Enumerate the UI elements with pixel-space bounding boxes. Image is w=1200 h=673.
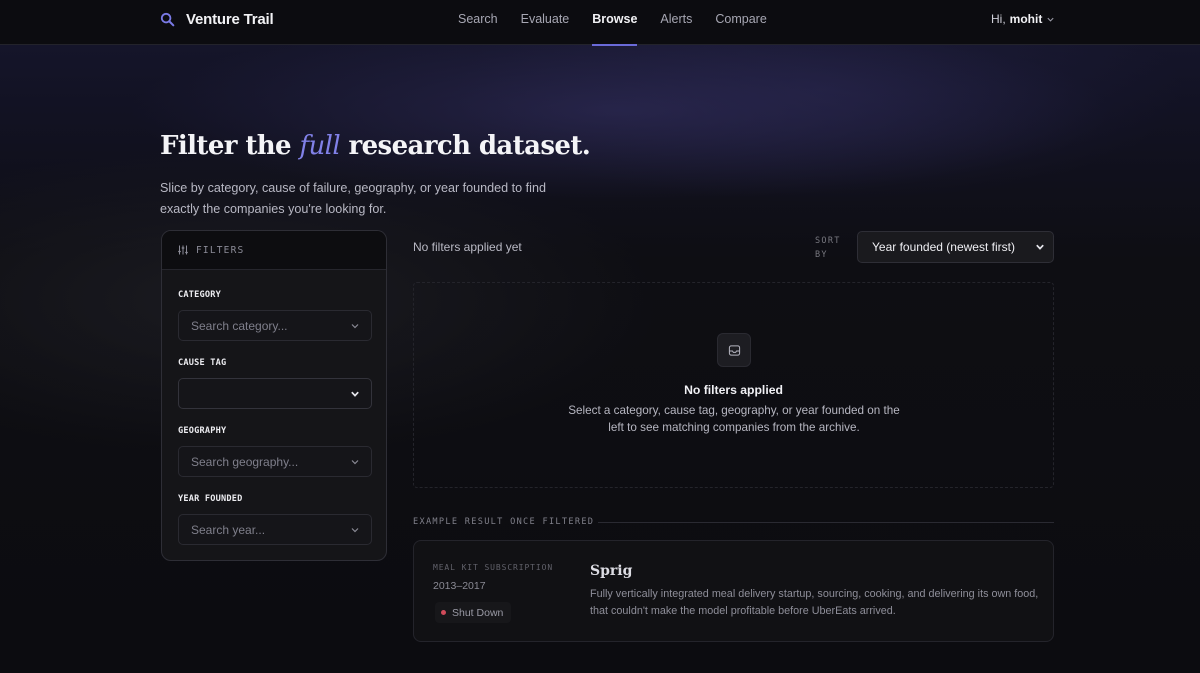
cause-tag-select[interactable] <box>178 378 372 409</box>
primary-nav: Search Evaluate Browse Alerts Compare <box>458 0 767 46</box>
nav-compare[interactable]: Compare <box>715 0 766 45</box>
nav-search[interactable]: Search <box>458 0 498 45</box>
year-founded-label: YEAR FOUNDED <box>178 494 243 504</box>
chevron-down-icon <box>1035 242 1045 252</box>
filters-panel: FILTERS CATEGORY Search category... CAUS… <box>161 230 387 561</box>
brand-logo-link[interactable]: Venture Trail <box>160 0 274 38</box>
nav-alerts[interactable]: Alerts <box>660 0 692 45</box>
chevron-down-icon <box>350 321 360 331</box>
chevron-down-icon <box>1046 15 1055 24</box>
chevron-down-icon <box>350 525 360 535</box>
status-dot-icon <box>441 610 446 615</box>
nav-browse[interactable]: Browse <box>592 0 638 46</box>
status-text: Shut Down <box>452 606 504 619</box>
page-title-end: research dataset. <box>348 131 591 161</box>
example-result-card[interactable]: MEAL KIT SUBSCRIPTION 2013–2017 Shut Dow… <box>413 540 1054 642</box>
user-name: mohit <box>1009 12 1043 26</box>
geography-select[interactable]: Search geography... <box>178 446 372 477</box>
company-years: 2013–2017 <box>433 580 486 592</box>
chevron-down-icon <box>350 457 360 467</box>
example-section-label: EXAMPLE RESULT ONCE FILTERED <box>413 517 595 527</box>
company-description: Fully vertically integrated meal deliver… <box>590 588 1039 617</box>
filters-heading: FILTERS <box>196 244 245 256</box>
page-subtitle: Slice by category, cause of failure, geo… <box>160 181 546 216</box>
divider <box>598 522 1054 523</box>
status-badge: Shut Down <box>435 602 512 623</box>
sliders-icon <box>177 244 189 256</box>
category-label: CATEGORY <box>178 290 221 300</box>
brand-name: Venture Trail <box>186 10 274 28</box>
sort-label: SORT BY <box>815 236 841 260</box>
nav-evaluate[interactable]: Evaluate <box>521 0 570 45</box>
browse-page: Venture Trail Search Evaluate Browse Ale… <box>0 0 1200 673</box>
filters-header: FILTERS <box>162 231 386 270</box>
user-menu[interactable]: Hi, mohit <box>991 12 1055 26</box>
geography-filter: GEOGRAPHY Search geography... <box>178 426 372 477</box>
company-category: MEAL KIT SUBSCRIPTION <box>433 563 554 572</box>
empty-state-description: Select a category, cause tag, geography,… <box>568 404 900 434</box>
year-founded-placeholder: Search year... <box>191 522 266 537</box>
year-founded-filter: YEAR FOUNDED Search year... <box>178 494 372 545</box>
cause-tag-label: CAUSE TAG <box>178 358 227 368</box>
geography-placeholder: Search geography... <box>191 454 299 469</box>
page-title-emphasis: full <box>299 131 341 161</box>
top-nav-bar: Venture Trail Search Evaluate Browse Ale… <box>0 0 1200 46</box>
category-filter: CATEGORY Search category... <box>178 290 372 341</box>
search-magnifier-icon <box>160 12 175 27</box>
page-title-start: Filter the <box>160 131 292 161</box>
empty-state: No filters applied Select a category, ca… <box>413 282 1054 488</box>
sort-select[interactable]: Year founded (newest first) <box>857 231 1054 263</box>
year-founded-select[interactable]: Search year... <box>178 514 372 545</box>
category-select[interactable]: Search category... <box>178 310 372 341</box>
chevron-down-icon <box>350 389 360 399</box>
inbox-icon <box>717 333 751 367</box>
user-greeting: Hi, <box>991 12 1006 26</box>
results-status: No filters applied yet <box>413 240 522 254</box>
geography-label: GEOGRAPHY <box>178 426 227 436</box>
cause-tag-filter: CAUSE TAG <box>178 358 372 409</box>
page-title: Filter the full research dataset. <box>160 131 591 161</box>
company-name: Sprig <box>590 563 633 579</box>
category-placeholder: Search category... <box>191 318 288 333</box>
sort-value: Year founded (newest first) <box>872 240 1015 254</box>
empty-state-title: No filters applied <box>684 383 783 397</box>
